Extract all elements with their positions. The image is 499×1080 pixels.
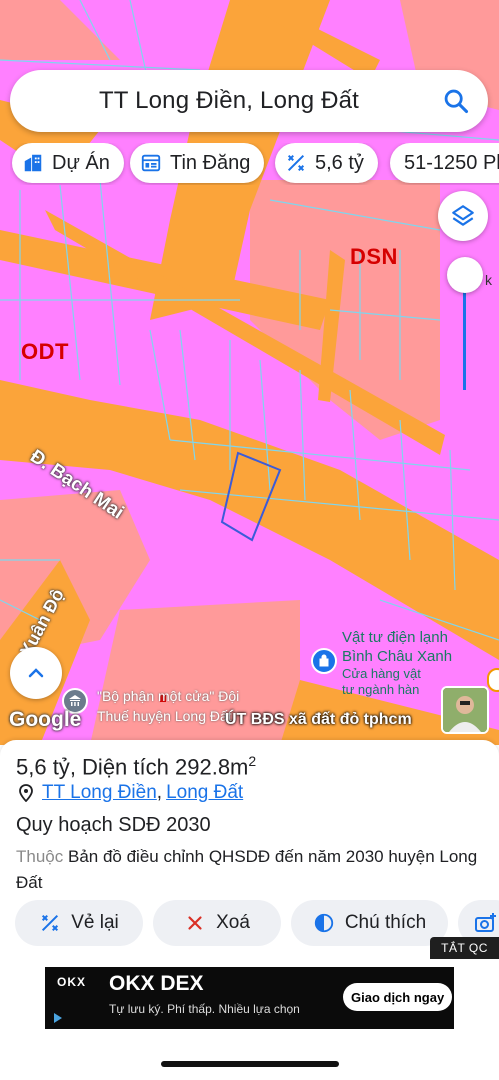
redraw-icon	[42, 914, 59, 932]
chevron-up-icon	[28, 668, 44, 678]
poi-dien-lanh[interactable]: Vật tư điện lạnh Bình Châu Xanh Cửa hàng…	[342, 628, 452, 698]
chip-tin-dang[interactable]: Tin Đăng	[130, 143, 265, 183]
plan-body: Bản đồ điều chỉnh QHSDĐ đến năm 2030 huy…	[16, 847, 478, 892]
camera-add-icon	[475, 913, 496, 932]
chip-label: Tin Đăng	[170, 151, 251, 174]
search-icon[interactable]	[442, 87, 470, 115]
opacity-slider-track[interactable]	[463, 276, 466, 390]
close-ad-button[interactable]: TẮT QC	[430, 937, 499, 959]
filter-chips: Dự Án Tin Đăng 5,6 tỷ 51-1250 Ph	[10, 143, 499, 185]
shop-pin-icon[interactable]	[311, 648, 337, 674]
avatar[interactable]	[441, 686, 489, 734]
chip-label: Dự Án	[52, 151, 110, 174]
poi-tax-office[interactable]: "Bộ phận một cửa" Đội Thuế huyện Long Đấ…	[97, 686, 239, 726]
area-unit: 2	[248, 753, 257, 769]
building-icon	[24, 154, 42, 172]
poi-name-line2: Bình Châu Xanh	[342, 648, 453, 665]
price-value: 5,6 tỷ	[16, 754, 70, 780]
zone-label-odt: ODT	[21, 339, 69, 364]
expand-up-button[interactable]	[10, 647, 62, 699]
zone-label-dsn: DSN	[350, 244, 398, 269]
ad-area: OKX OKX DEX Tự lưu ký. Phí thấp. Nhiều l…	[0, 959, 499, 1080]
area-value: 292.8m	[175, 754, 249, 780]
watermark-text: ÚT BĐS xã đất đỏ tphcm	[225, 711, 412, 728]
plan-title: Quy hoạch SDĐ 2030	[16, 814, 211, 836]
layers-button[interactable]	[438, 191, 488, 241]
district-link[interactable]: Long Đất	[166, 782, 243, 804]
ad-tagline: Tự lưu ký. Phí thấp. Nhiều lựa chọn	[109, 1002, 300, 1016]
search-query: TT Long Điền, Long Đất	[98, 87, 360, 114]
price-area-line: 5,6 tỷ, Diện tích 292.8m2	[16, 753, 257, 780]
redraw-label: Vẻ lại	[71, 912, 119, 933]
plan-prefix: Thuộc	[16, 847, 64, 866]
opacity-slider-handle[interactable]	[447, 257, 483, 293]
location-pin-icon	[19, 784, 33, 802]
chip-label: 5,6 tỷ	[315, 151, 364, 174]
ad-choices-icon[interactable]	[51, 1011, 65, 1025]
poi-tax-line2: Thuế huyện Long Đất	[97, 708, 232, 724]
ad-cta-button[interactable]: Giao dịch ngay	[343, 983, 453, 1011]
delete-label: Xoá	[216, 912, 250, 933]
listing-icon	[141, 154, 161, 172]
chip-area-range[interactable]: 51-1250 Ph	[390, 143, 499, 183]
area-label: Diện tích	[82, 754, 169, 780]
price-tag-icon	[287, 154, 305, 172]
layers-icon	[452, 205, 474, 226]
edge-label: k	[485, 272, 492, 288]
orange-marker-icon[interactable]	[487, 668, 499, 692]
google-logo: Google	[9, 708, 82, 731]
poi-sub-line2: tư ngành hàn	[342, 682, 420, 697]
chip-du-an[interactable]: Dự Án	[12, 143, 124, 183]
chip-label: 51-1250 Ph	[404, 151, 499, 174]
ad-title: OKX DEX	[109, 972, 204, 995]
details-sheet: 5,6 tỷ, Diện tích 292.8m2 TT Long Điền, …	[0, 740, 499, 960]
chip-price[interactable]: 5,6 tỷ	[275, 143, 378, 183]
poi-sub-line1: Cửa hàng vật	[342, 666, 421, 681]
legend-label: Chú thích	[344, 912, 427, 933]
legend-icon	[314, 913, 333, 933]
poi-tax-line1: "Bộ phận một cửa" Đội	[97, 688, 240, 704]
delete-button[interactable]: Xoá	[153, 900, 281, 946]
poi-name-line1: Vật tư điện lạnh	[342, 629, 448, 646]
legend-button[interactable]: Chú thích	[291, 900, 448, 946]
close-icon	[188, 916, 202, 930]
ad-logo: OKX	[57, 975, 87, 989]
location-line: TT Long Điền, Long Đất	[18, 782, 243, 804]
locality-link[interactable]: TT Long Điền	[42, 782, 157, 804]
redraw-button[interactable]: Vẻ lại	[15, 900, 143, 946]
plan-description: Thuộc Bản đồ điều chỉnh QHSDĐ đến năm 20…	[16, 844, 486, 896]
ad-banner[interactable]: OKX OKX DEX Tự lưu ký. Phí thấp. Nhiều l…	[45, 967, 454, 1029]
search-bar[interactable]: TT Long Điền, Long Đất	[10, 70, 488, 132]
home-indicator	[161, 1061, 339, 1067]
